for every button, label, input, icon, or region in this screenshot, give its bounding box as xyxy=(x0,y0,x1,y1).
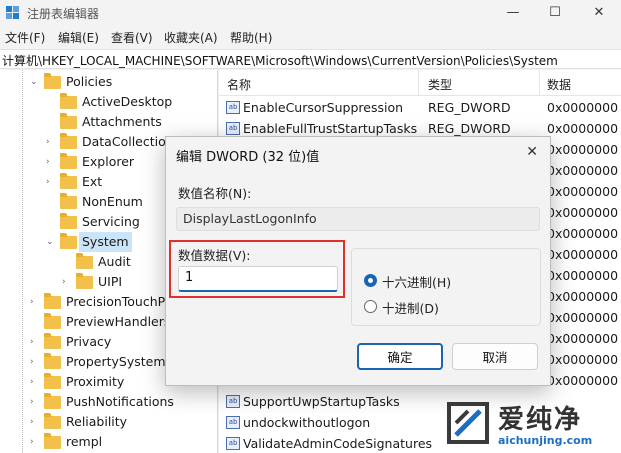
dword-value-icon: ab xyxy=(226,416,240,429)
menu-view[interactable]: 查看(V) xyxy=(111,29,153,46)
menu-help[interactable]: 帮助(H) xyxy=(230,29,272,46)
folder-icon xyxy=(76,273,93,289)
value-name-label: 数值名称(N): xyxy=(178,186,252,201)
chevron-right-icon[interactable]: › xyxy=(30,332,40,352)
value-data-input[interactable]: 1 xyxy=(178,266,338,292)
column-separator[interactable] xyxy=(418,70,419,96)
decimal-radio-label[interactable]: 十进制(D) xyxy=(382,298,439,317)
chevron-right-icon[interactable]: › xyxy=(30,292,40,312)
watermark-logo-icon xyxy=(447,402,489,444)
folder-icon xyxy=(44,433,61,449)
chevron-right-icon[interactable]: › xyxy=(46,132,56,152)
folder-icon xyxy=(44,353,61,369)
chevron-right-icon[interactable]: › xyxy=(62,272,72,292)
folder-icon xyxy=(76,253,93,269)
dword-value-icon: ab xyxy=(226,101,240,114)
value-name-field[interactable]: DisplayLastLogonInfo xyxy=(176,207,540,231)
folder-icon xyxy=(60,213,77,229)
folder-icon xyxy=(44,73,61,89)
tree-guide-line xyxy=(22,70,23,453)
chevron-right-icon[interactable]: › xyxy=(46,152,56,172)
edit-dword-dialog: 编辑 DWORD (32 位)值 ✕ 数值名称(N): DisplayLastL… xyxy=(165,136,551,386)
folder-icon xyxy=(60,153,77,169)
folder-icon xyxy=(44,293,61,309)
folder-icon xyxy=(44,393,61,409)
column-header-type[interactable]: 类型 xyxy=(428,76,452,93)
title-bar: 注册表编辑器 — ☐ ✕ xyxy=(0,0,621,26)
hex-radio[interactable] xyxy=(364,274,377,287)
folder-icon xyxy=(44,313,61,329)
regedit-app-icon xyxy=(6,6,20,20)
dword-value-icon: ab xyxy=(226,122,240,135)
menu-edit[interactable]: 编辑(E) xyxy=(58,29,99,46)
folder-icon xyxy=(60,233,77,249)
folder-icon xyxy=(60,193,77,209)
address-path[interactable]: 计算机\HKEY_LOCAL_MACHINE\SOFTWARE\Microsof… xyxy=(2,52,558,69)
folder-icon xyxy=(44,333,61,349)
dialog-close-icon[interactable]: ✕ xyxy=(526,144,538,160)
address-bar[interactable]: 计算机\HKEY_LOCAL_MACHINE\SOFTWARE\Microsof… xyxy=(0,49,621,69)
menu-file[interactable]: 文件(F) xyxy=(5,29,45,46)
menu-favorites[interactable]: 收藏夹(A) xyxy=(164,29,218,46)
minimize-button[interactable]: — xyxy=(493,2,533,24)
chevron-down-icon[interactable]: ⌄ xyxy=(30,72,40,92)
folder-icon xyxy=(60,113,77,129)
chevron-right-icon[interactable]: › xyxy=(30,372,40,392)
maximize-button[interactable]: ☐ xyxy=(535,2,575,24)
window-title: 注册表编辑器 xyxy=(27,7,100,21)
chevron-right-icon[interactable]: › xyxy=(30,432,40,452)
chevron-right-icon[interactable]: › xyxy=(30,412,40,432)
chevron-right-icon[interactable]: › xyxy=(30,352,40,372)
menu-bar: 文件(F) 编辑(E) 查看(V) 收藏夹(A) 帮助(H) xyxy=(0,26,621,48)
base-group: 十六进制(H) 十进制(D) xyxy=(351,248,541,326)
value-data-label: 数值数据(V): xyxy=(178,248,251,263)
column-separator[interactable] xyxy=(539,70,540,96)
column-header-name[interactable]: 名称 xyxy=(227,76,251,93)
list-header: 名称 类型 数据 xyxy=(219,70,621,96)
list-row[interactable]: ab EnableCursorSuppression REG_DWORD 0x0… xyxy=(219,97,621,118)
folder-icon xyxy=(60,133,77,149)
decimal-radio[interactable] xyxy=(364,300,377,313)
dword-value-icon: ab xyxy=(226,437,240,450)
dword-value-icon: ab xyxy=(226,395,240,408)
chevron-right-icon[interactable]: › xyxy=(30,392,40,412)
close-button[interactable]: ✕ xyxy=(579,2,619,24)
hex-radio-label[interactable]: 十六进制(H) xyxy=(382,272,451,291)
folder-icon xyxy=(60,173,77,189)
watermark-url-text: aichunjing.com xyxy=(498,434,593,447)
folder-icon xyxy=(44,413,61,429)
dialog-title: 编辑 DWORD (32 位)值 xyxy=(176,150,320,165)
folder-icon xyxy=(60,93,77,109)
column-header-data[interactable]: 数据 xyxy=(547,76,571,93)
watermark-cn-text: 爱纯净 xyxy=(498,405,583,435)
chevron-right-icon[interactable]: › xyxy=(46,172,56,192)
folder-icon xyxy=(44,373,61,389)
chevron-down-icon[interactable]: ⌄ xyxy=(46,232,56,252)
cancel-button[interactable]: 取消 xyxy=(452,343,538,370)
ok-button[interactable]: 确定 xyxy=(357,343,443,370)
watermark: 爱纯净 aichunjing.com xyxy=(442,397,621,453)
